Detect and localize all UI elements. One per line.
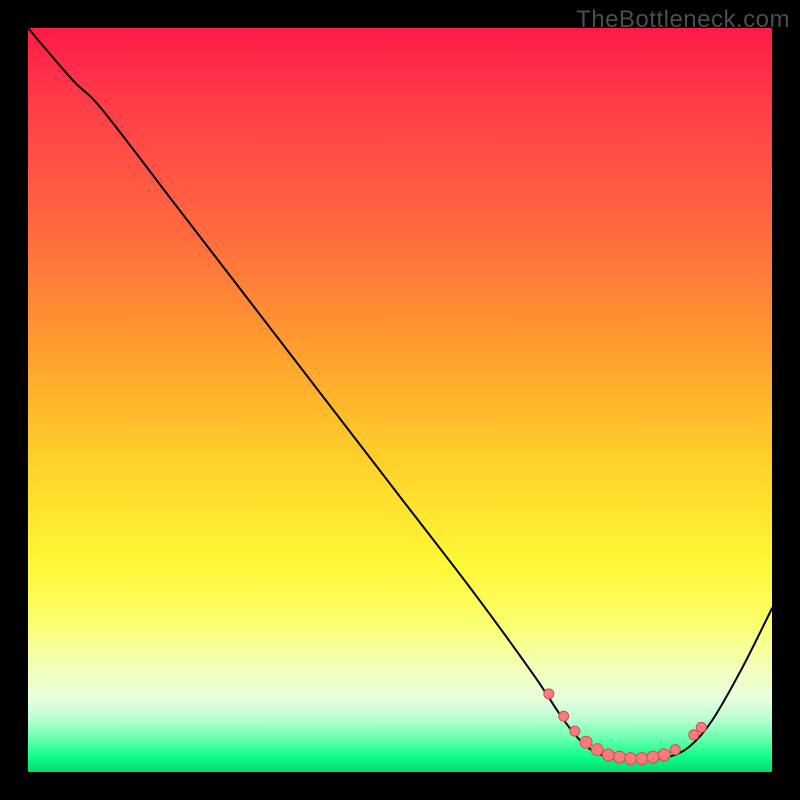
data-marker	[570, 726, 580, 736]
data-marker	[625, 753, 637, 765]
data-marker	[696, 722, 706, 732]
data-marker	[647, 751, 659, 763]
data-marker	[544, 689, 554, 699]
curve-svg	[28, 28, 772, 772]
watermark-text: TheBottleneck.com	[576, 6, 790, 34]
data-marker	[689, 730, 699, 740]
data-marker	[636, 753, 648, 765]
data-marker	[613, 751, 625, 763]
chart-frame: TheBottleneck.com	[0, 0, 800, 800]
data-marker	[658, 749, 670, 761]
data-marker	[670, 745, 680, 755]
data-marker	[559, 711, 569, 721]
plot-area	[28, 28, 772, 772]
data-marker	[602, 749, 614, 761]
data-marker	[591, 744, 603, 756]
bottleneck-curve	[28, 28, 772, 759]
data-marker	[580, 736, 592, 748]
